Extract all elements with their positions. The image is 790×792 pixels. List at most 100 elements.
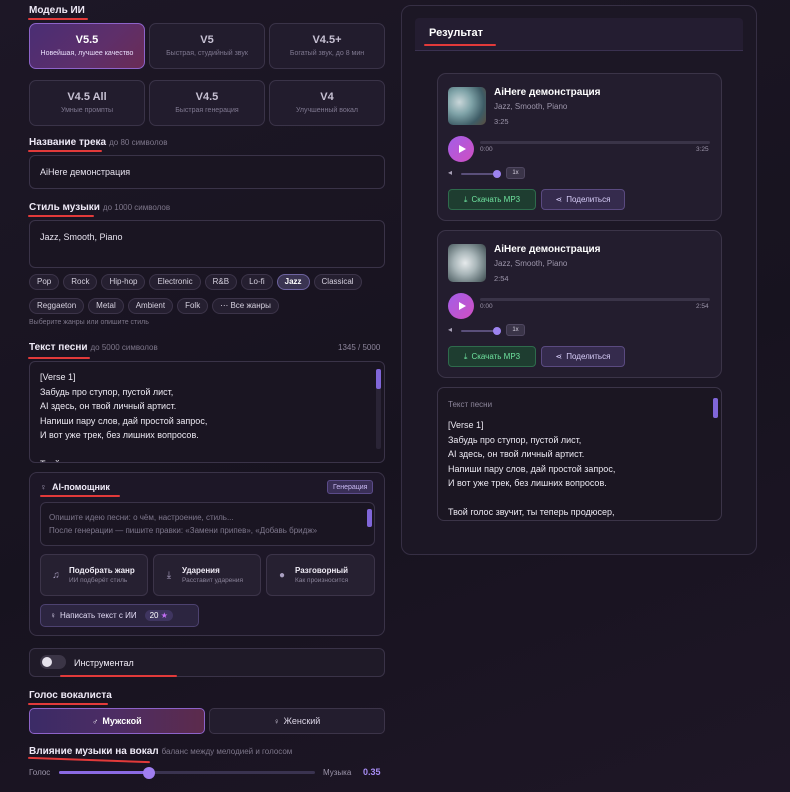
download-icon: ⤓ [463, 194, 468, 204]
track-card: AiHere демонстрация Jazz, Smooth, Piano … [437, 230, 722, 378]
influence-slider-knob[interactable] [142, 767, 155, 779]
ai-input-scroll-thumb[interactable] [367, 509, 372, 527]
lyrics-title: Текст песни до 5000 символов [29, 342, 158, 353]
total-time: 3:25 [696, 146, 709, 153]
tile-title: Ударения [182, 566, 220, 575]
genres-helper: Выберите жанры или опишите стиль [29, 319, 149, 326]
credits-badge: 20 ★ [144, 610, 173, 621]
lyrics-textarea[interactable]: [Verse 1] Забудь про ступор, пустой лист… [29, 361, 385, 463]
volume-knob[interactable] [493, 327, 501, 335]
model-option-v4-5[interactable]: V4.5 Быстрая генерация [149, 80, 265, 126]
speed-button[interactable]: 1x [506, 167, 525, 179]
tile-sub: Расставит ударения [182, 577, 244, 584]
genre-chip[interactable]: Reggaeton [29, 298, 85, 314]
volume-icon: ◂ [448, 168, 453, 177]
model-option-v4-5-all[interactable]: V4.5 All Умные промпты [29, 80, 145, 126]
track-name-input[interactable]: AiHere демонстрация [29, 155, 385, 189]
track-title: AiHere демонстрация [494, 87, 601, 98]
all-genres-button[interactable]: ⋯ Все жанры [212, 298, 279, 314]
volume-knob[interactable] [493, 170, 501, 178]
lyrics-scroll-thumb[interactable] [376, 369, 381, 389]
result-lyrics-box: Текст песни [Verse 1] Забудь про ступор,… [437, 387, 722, 521]
model-desc: Быстрая, студийный звук [166, 50, 248, 57]
model-desc: Новейшая, лучшее качество [40, 50, 134, 57]
model-name: V4.5 [195, 91, 219, 103]
bulb-icon: ♀ [50, 611, 56, 620]
genre-chip[interactable]: R&B [204, 274, 238, 290]
influence-label: Влияние музыки на вокал [29, 746, 159, 757]
genre-chip[interactable]: Pop [29, 274, 60, 290]
speed-button[interactable]: 1x [506, 324, 525, 336]
share-button[interactable]: ⋖ Поделиться [541, 346, 625, 367]
download-mp3-button[interactable]: ⤓ Скачать MP3 [448, 189, 536, 210]
instrumental-toggle[interactable] [40, 655, 66, 669]
genre-chip[interactable]: Electronic [149, 274, 201, 290]
genre-chip[interactable]: Ambient [127, 298, 174, 314]
genre-chips-row-2: Reggaeton Metal Ambient Folk ⋯ Все жанры [29, 298, 283, 314]
music-style-title: Стиль музыки до 1000 символов [29, 202, 170, 213]
track-style: Jazz, Smooth, Piano [494, 259, 568, 268]
pick-genre-button[interactable]: ♫ Подобрать жанр ИИ подберёт стиль [40, 554, 148, 596]
stress-button[interactable]: ⤓ Ударения Расставит ударения [153, 554, 261, 596]
write-with-ai-label: Написать текст с ИИ [60, 611, 137, 620]
lyrics-label: Текст песни [29, 342, 88, 353]
genre-chip[interactable]: Classical [313, 274, 362, 290]
male-icon: ♂ [92, 716, 99, 726]
female-icon: ♀ [273, 716, 280, 726]
male-voice-button[interactable]: ♂ Мужской [29, 708, 205, 734]
track-name-value: AiHere демонстрация [40, 167, 131, 177]
bulb-icon: ♀ [40, 482, 47, 492]
genre-chip[interactable]: Folk [177, 298, 209, 314]
model-desc: Богатый звук, до 8 мин [289, 50, 365, 57]
genre-chip[interactable]: Rock [63, 274, 98, 290]
download-icon: ⤓ [166, 569, 172, 581]
genre-chip[interactable]: Lo-fi [241, 274, 273, 290]
progress-bar[interactable] [480, 141, 710, 144]
result-title: Результат [429, 27, 484, 39]
lyrics-hint: до 5000 символов [90, 343, 158, 352]
model-option-v4-5-plus[interactable]: V4.5+ Богатый звук, до 8 мин [269, 23, 385, 69]
ai-idea-input[interactable]: Опишите идею песни: о чём, настроение, с… [40, 502, 375, 546]
spoken-button[interactable]: ● Разговорный Как произносится [266, 554, 375, 596]
influence-value: 0.35 [363, 767, 381, 777]
music-style-value: Jazz, Smooth, Piano [40, 232, 123, 242]
model-desc: Быстрая генерация [175, 107, 239, 114]
model-title: Модель ИИ [29, 5, 85, 16]
model-desc: Умные промпты [60, 107, 114, 114]
write-with-ai-button[interactable]: ♀ Написать текст с ИИ 20 ★ [40, 604, 199, 627]
share-label: Поделиться [566, 352, 611, 361]
model-option-v5[interactable]: V5 Быстрая, студийный звук [149, 23, 265, 69]
share-button[interactable]: ⋖ Поделиться [541, 189, 625, 210]
model-option-v5-5[interactable]: V5.5 Новейшая, лучшее качество [29, 23, 145, 69]
play-button[interactable] [448, 136, 474, 162]
download-icon: ⤓ [463, 351, 468, 361]
credits-value: 20 [149, 611, 159, 620]
progress-bar[interactable] [480, 298, 710, 301]
track-name-title: Название трека до 80 символов [29, 137, 167, 148]
vocalist-title: Голос вокалиста [29, 690, 112, 701]
play-button[interactable] [448, 293, 474, 319]
result-lyrics-scroll-thumb[interactable] [713, 398, 718, 418]
track-duration: 2:54 [494, 274, 509, 283]
music-note-icon: ♫ [52, 569, 60, 581]
music-style-hint: до 1000 символов [102, 203, 171, 212]
genre-chip[interactable]: Metal [88, 298, 124, 314]
track-cover [448, 87, 486, 125]
result-lyrics-label: Текст песни [448, 400, 493, 409]
music-style-input[interactable]: Jazz, Smooth, Piano [29, 220, 385, 268]
track-duration: 3:25 [494, 117, 509, 126]
model-name: V5.5 [75, 34, 99, 46]
result-lyrics-text: [Verse 1] Забудь про ступор, пустой лист… [448, 420, 616, 517]
tile-sub: Как произносится [295, 577, 349, 584]
mic-icon: ● [278, 569, 286, 581]
volume-icon: ◂ [448, 325, 453, 334]
genre-chip-active[interactable]: Jazz [276, 274, 310, 290]
tile-title: Разговорный [295, 566, 349, 575]
total-time: 2:54 [696, 303, 709, 310]
female-voice-button[interactable]: ♀ Женский [209, 708, 385, 734]
model-option-v4[interactable]: V4 Улучшенный вокал [269, 80, 385, 126]
track-title: AiHere демонстрация [494, 244, 601, 255]
instrumental-label: Инструментал [74, 658, 134, 668]
download-mp3-button[interactable]: ⤓ Скачать MP3 [448, 346, 536, 367]
genre-chip[interactable]: Hip-hop [101, 274, 146, 290]
